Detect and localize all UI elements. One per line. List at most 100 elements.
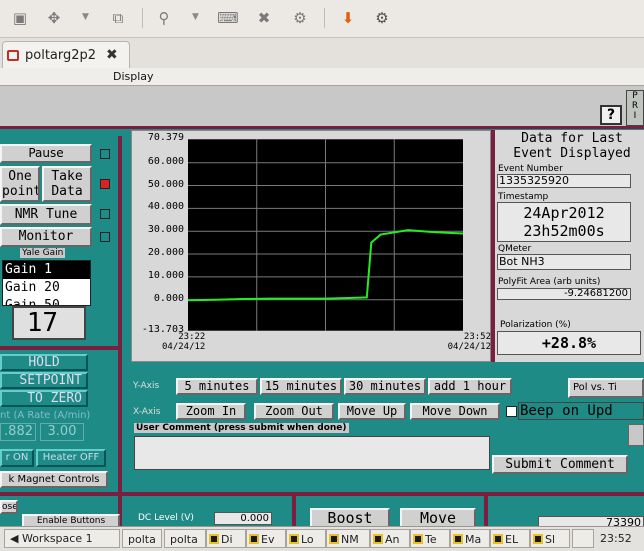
- qmeter-label: QMeter: [498, 244, 532, 254]
- y-zoom-out-button[interactable]: Zoom Out: [254, 403, 334, 420]
- app-icon: [533, 534, 543, 544]
- event-number-label: Event Number: [498, 164, 563, 174]
- monitor-indicator: [100, 232, 110, 242]
- x-tick-label: 23:52 04/24/12: [447, 332, 491, 352]
- divider: [0, 126, 644, 129]
- toolbar-separator: [142, 8, 143, 28]
- clock: 23:52: [600, 532, 632, 545]
- help-button[interactable]: ?: [600, 105, 622, 125]
- event-number-value: 1335325920: [497, 174, 631, 188]
- gain-option[interactable]: Gain 50: [3, 297, 90, 305]
- workspace-label: ◀ Workspace 1: [10, 532, 93, 545]
- move-icon[interactable]: ✥: [42, 6, 66, 30]
- take-data-button[interactable]: Take Data: [42, 166, 92, 202]
- divider: [0, 346, 122, 350]
- monitor-button[interactable]: Monitor: [0, 227, 92, 247]
- tools-icon[interactable]: ✖: [252, 6, 276, 30]
- one-point-button[interactable]: One point: [0, 166, 40, 202]
- task-label: Di: [221, 533, 233, 546]
- app-icon: [249, 534, 259, 544]
- plot-area[interactable]: [187, 138, 464, 332]
- x-add-hour-button[interactable]: add 1 hour: [428, 378, 512, 395]
- close-icon[interactable]: ✖: [106, 47, 118, 63]
- beep-checkbox[interactable]: [506, 406, 517, 417]
- pol-vs-time-button[interactable]: Pol vs. Ti: [568, 378, 644, 398]
- task-item[interactable]: polta: [164, 529, 206, 548]
- app-toolbar: ▣ ✥ ▼ ⧉ ⚲ ▼ ⌨ ✖ ⚙ ⬇ ⚙: [0, 0, 644, 38]
- tab-poltarg2p2[interactable]: poltarg2p2 ✖: [2, 41, 130, 68]
- task-item[interactable]: Sl: [530, 529, 570, 548]
- task-label: NM: [341, 533, 359, 546]
- take-data-indicator: [100, 179, 110, 189]
- task-item[interactable]: NM: [326, 529, 370, 548]
- task-item[interactable]: Ma: [450, 529, 490, 548]
- task-label: Ma: [465, 533, 482, 546]
- chevron-down-icon[interactable]: ▼: [82, 12, 89, 22]
- gear-icon[interactable]: ⚙: [288, 6, 312, 30]
- y-zoom-in-button[interactable]: Zoom In: [176, 403, 246, 420]
- task-item[interactable]: Di: [206, 529, 246, 548]
- hold-button[interactable]: HOLD: [0, 354, 88, 371]
- keyboard-icon[interactable]: ⌨: [216, 6, 240, 30]
- y-tick-label: 20.000: [147, 247, 184, 259]
- gain-select-list[interactable]: Gain 1 Gain 20 Gain 50: [2, 260, 91, 306]
- task-item[interactable]: Lo: [286, 529, 326, 548]
- timestamp-value: 24Apr2012 23h52m00s: [497, 202, 631, 242]
- task-item[interactable]: polta: [122, 529, 162, 548]
- chevron-down-icon[interactable]: ▼: [192, 12, 199, 22]
- x-15min-button[interactable]: 15 minutes: [260, 378, 342, 395]
- task-item[interactable]: Ev: [246, 529, 286, 548]
- polarization-plot: [187, 138, 464, 332]
- print-button[interactable]: P R I: [626, 90, 644, 126]
- move-button[interactable]: Move: [400, 508, 476, 528]
- dc-level-value: 0.000: [214, 512, 272, 525]
- y-tick-label: 60.000: [147, 155, 184, 167]
- polyfit-value: -9.24681200: [497, 288, 631, 300]
- task-label: Te: [425, 533, 437, 546]
- comment-input[interactable]: [134, 436, 490, 470]
- divider: [292, 496, 296, 526]
- lose-button[interactable]: ose: [0, 500, 18, 514]
- task-item[interactable]: Te: [410, 529, 450, 548]
- menu-display[interactable]: Display: [113, 70, 154, 83]
- heater-off-button[interactable]: Heater OFF: [36, 449, 106, 467]
- y-move-down-button[interactable]: Move Down: [410, 403, 500, 420]
- polarization-value: +28.8%: [497, 331, 641, 355]
- download-icon[interactable]: ⬇: [336, 6, 360, 30]
- zoom-icon[interactable]: ⚲: [152, 6, 176, 30]
- workspace-name: Workspace 1: [21, 532, 93, 545]
- rate-setting[interactable]: 3.00: [40, 423, 84, 441]
- heater-on-button[interactable]: r ON: [0, 449, 34, 467]
- task-item[interactable]: An: [370, 529, 410, 548]
- y-axis-label: Y-Axis: [133, 381, 160, 391]
- nmr-tune-button[interactable]: NMR Tune: [0, 204, 92, 225]
- rate-label: nt (A Rate (A/min): [0, 410, 91, 421]
- x-5min-button[interactable]: 5 minutes: [176, 378, 258, 395]
- show-desktop-button[interactable]: [572, 529, 594, 548]
- hand-icon[interactable]: [628, 424, 644, 446]
- menu-bar: [0, 68, 644, 86]
- timestamp-label: Timestamp: [498, 192, 549, 202]
- pause-button[interactable]: Pause: [0, 144, 92, 163]
- gain-option[interactable]: Gain 20: [3, 279, 90, 297]
- magnet-controls-button[interactable]: k Magnet Controls: [0, 471, 108, 488]
- task-label: polta: [128, 533, 156, 546]
- beep-on-update-label[interactable]: Beep on Upd: [518, 402, 644, 420]
- task-label: Lo: [301, 533, 314, 546]
- to-zero-button[interactable]: TO ZERO: [0, 390, 88, 407]
- y-tick-label: 30.000: [147, 224, 184, 236]
- setpoint-button[interactable]: SETPOINT: [0, 372, 88, 389]
- submit-comment-button[interactable]: Submit Comment: [492, 455, 628, 474]
- rate-current: .882: [0, 423, 36, 441]
- y-move-up-button[interactable]: Move Up: [338, 403, 406, 420]
- copy-icon[interactable]: ⧉: [106, 6, 130, 30]
- boost-button[interactable]: Boost: [310, 508, 390, 528]
- plug-icon[interactable]: ⚙: [370, 6, 394, 30]
- x-30min-button[interactable]: 30 minutes: [344, 378, 426, 395]
- window-icon[interactable]: ▣: [8, 6, 32, 30]
- task-item[interactable]: EL: [490, 529, 530, 548]
- task-label: Ev: [261, 533, 275, 546]
- y-tick-label: 0.000: [153, 292, 184, 304]
- app-icon: [289, 534, 299, 544]
- gain-option[interactable]: Gain 1: [3, 261, 90, 279]
